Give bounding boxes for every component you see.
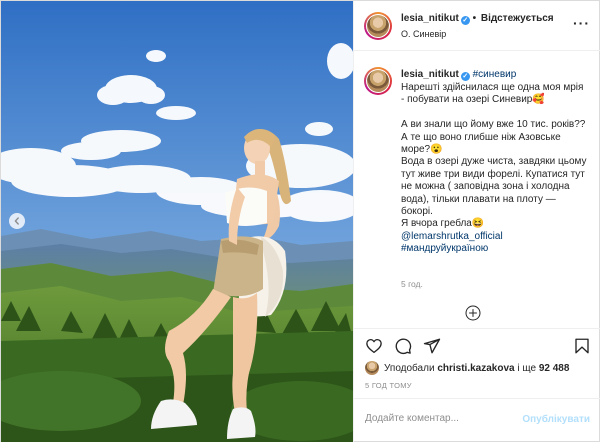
liker-username[interactable]: christi.kazakova: [437, 363, 514, 374]
publish-button[interactable]: Опублікувати: [522, 414, 590, 425]
comment-icon[interactable]: [394, 337, 412, 355]
carousel-prev-button[interactable]: [9, 213, 25, 229]
likes-summary: Уподобали christi.kazakova і ще 92 488: [365, 360, 569, 376]
liker-avatar[interactable]: [365, 361, 379, 375]
likes-middle: і ще: [517, 362, 537, 374]
post-header: lesia_nitikut ✓ • Відстежується О. Синеві…: [354, 1, 600, 51]
post-side-panel: lesia_nitikut ✓ • Відстежується О. Синеві…: [353, 1, 600, 442]
caption-hashtag-2[interactable]: #мандруйукраїною: [401, 243, 488, 254]
caption-username[interactable]: lesia_nitikut: [401, 69, 459, 80]
mountain-landscape-image: [1, 1, 353, 442]
header-separator: •: [472, 13, 477, 24]
caption-user-line: lesia_nitikut ✓ #синевир: [401, 69, 516, 81]
header-user-line: lesia_nitikut ✓ • Відстежується: [401, 13, 554, 25]
caption-p1: Нарешті здійснилася ще одна моя мрія - п…: [401, 82, 587, 106]
comment-input[interactable]: [365, 413, 515, 424]
caption-hashtag[interactable]: #синевир: [473, 69, 517, 80]
caption-p4: Вода в озері дуже чиста, завдяки цьому т…: [401, 156, 590, 218]
verified-badge-icon: ✓: [460, 72, 470, 81]
caption-avatar[interactable]: [367, 70, 389, 92]
caption-area: lesia_nitikut ✓ #синевир Нарешті здійснил…: [354, 51, 600, 328]
more-options-icon[interactable]: ···: [573, 15, 590, 31]
avatar[interactable]: [367, 15, 389, 37]
likes-prefix: Уподобали: [384, 362, 435, 374]
caption-text: Нарешті здійснилася ще одна моя мрія - п…: [401, 82, 589, 256]
likes-count[interactable]: 92 488: [539, 363, 570, 374]
plus-circle-icon[interactable]: [465, 305, 481, 321]
bookmark-icon[interactable]: [573, 337, 591, 355]
caption-p3: А ви знали що йому вже 10 тис. років?? А…: [401, 119, 589, 156]
action-bar: [354, 328, 600, 360]
caption-p5: Я вчора гребла😆: [401, 218, 485, 230]
chevron-left-icon: [14, 217, 19, 225]
caption-time[interactable]: 5 год.: [401, 279, 423, 289]
header-username[interactable]: lesia_nitikut: [401, 13, 459, 24]
verified-badge-icon: ✓: [460, 16, 470, 25]
post-location[interactable]: О. Синевір: [401, 29, 446, 39]
instagram-post: lesia_nitikut ✓ • Відстежується О. Синеві…: [0, 0, 600, 442]
heart-icon[interactable]: [365, 337, 383, 355]
share-icon[interactable]: [423, 337, 441, 355]
follow-status-button[interactable]: Відстежується: [481, 13, 554, 24]
caption-mention[interactable]: @lemarshrutka_official: [401, 231, 503, 242]
post-photo[interactable]: [1, 1, 353, 442]
post-timeago[interactable]: 5 ГОД ТОМУ: [365, 381, 412, 390]
comment-box: Опублікувати: [354, 398, 600, 442]
